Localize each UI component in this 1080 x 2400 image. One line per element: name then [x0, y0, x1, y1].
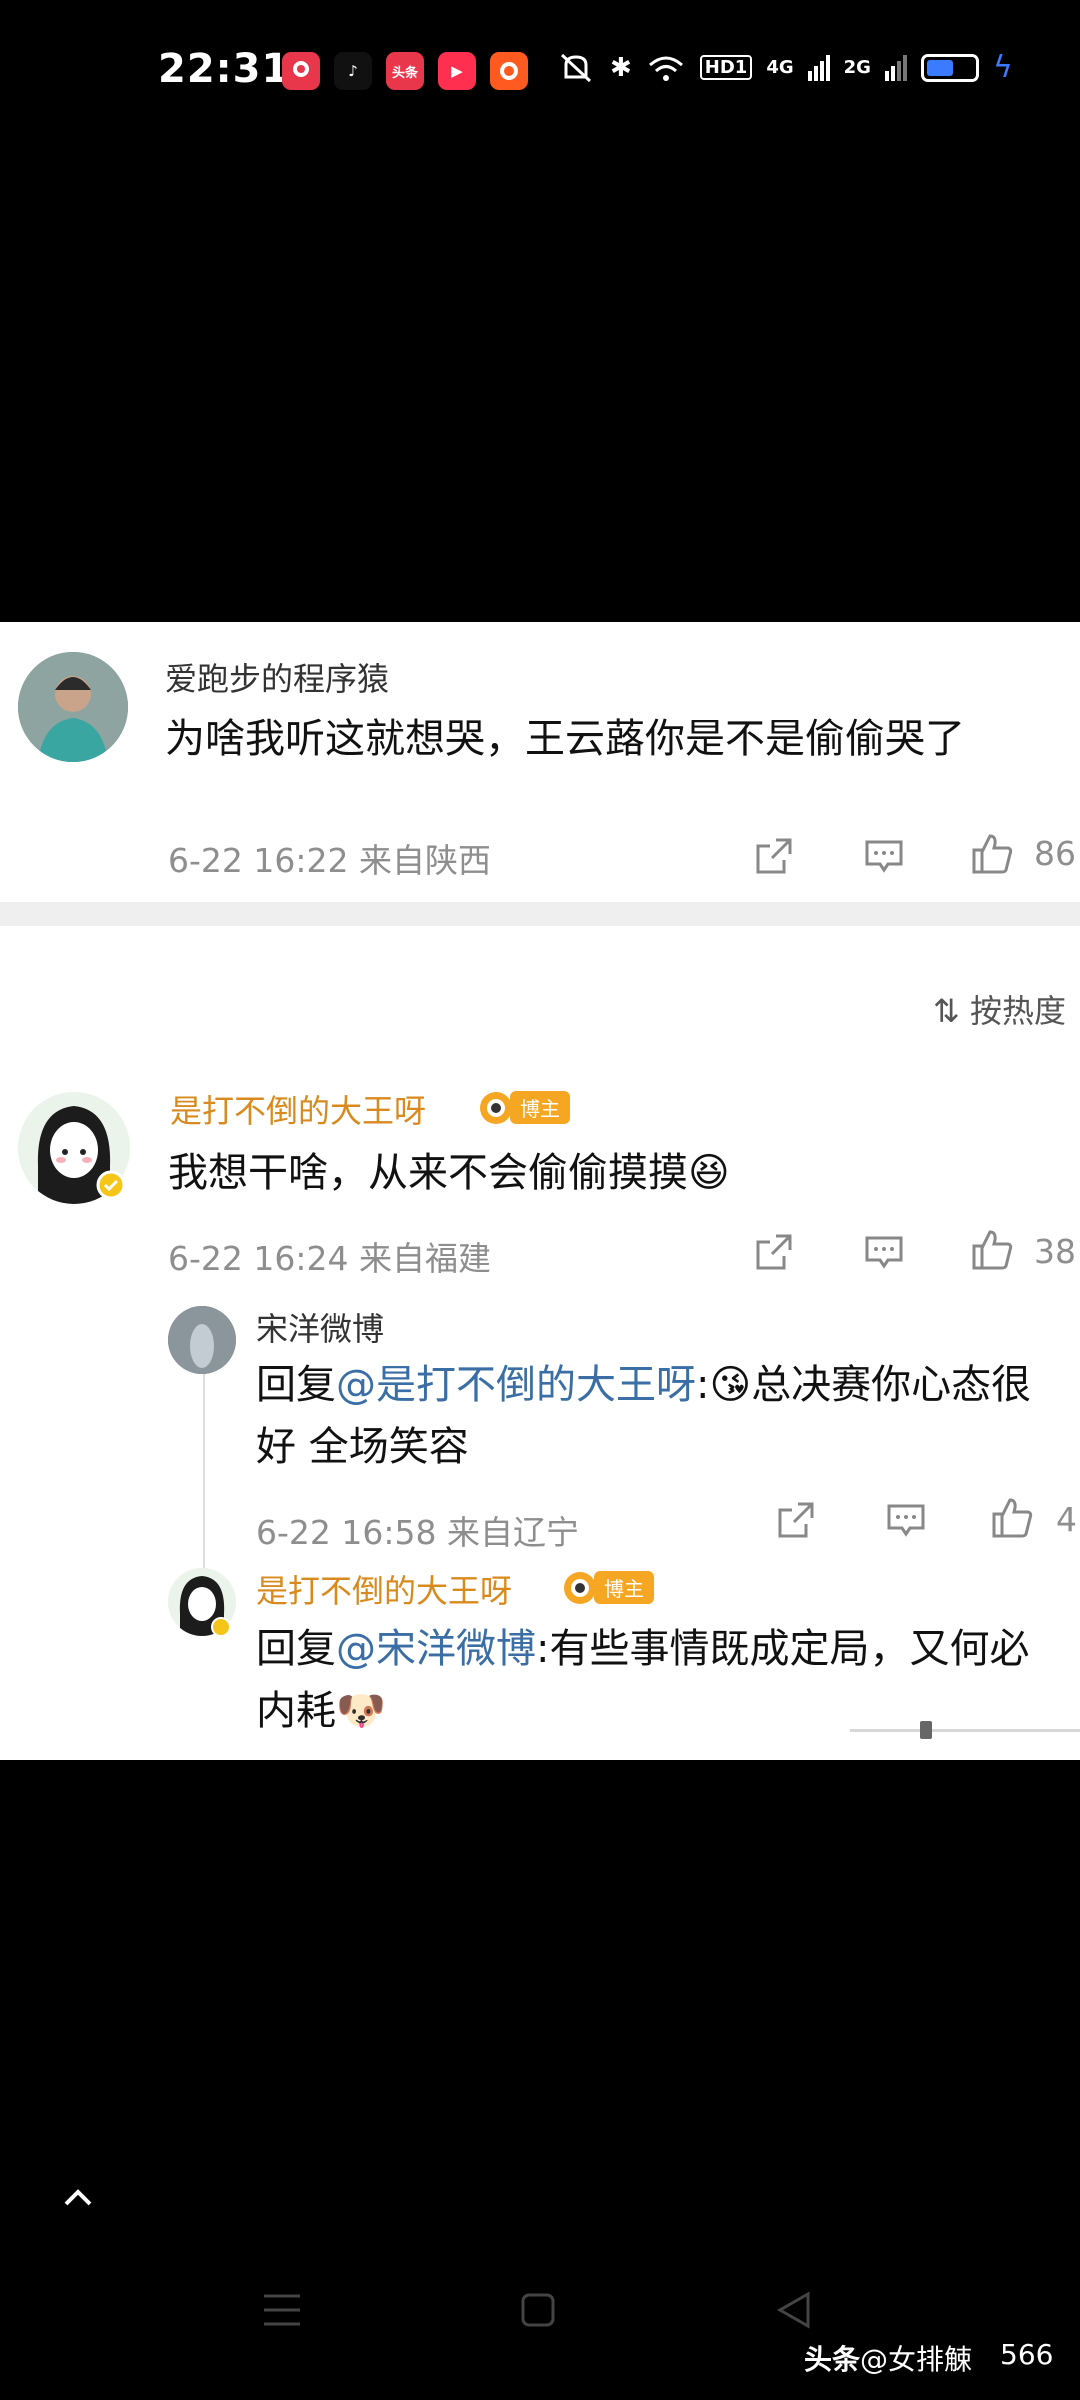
- signal-bars-icon: [807, 54, 830, 81]
- dog-emoji-icon: 🐶: [336, 1688, 386, 1734]
- share-icon[interactable]: [754, 836, 794, 876]
- scroll-to-top-icon[interactable]: [58, 2178, 98, 2218]
- like-count: 38: [1034, 1232, 1076, 1271]
- back-nav-icon[interactable]: [776, 2290, 812, 2330]
- wifi-icon: [648, 56, 683, 81]
- notification-icons: ♪ 头条 ▶: [282, 52, 528, 90]
- watermark-brand: 头条: [804, 2343, 861, 2376]
- mute-icon: [560, 53, 592, 82]
- battery-icon: [920, 53, 979, 82]
- signal-2g: 2G: [843, 57, 871, 78]
- sort-button[interactable]: ⇅ 按热度: [933, 986, 1066, 1032]
- like-icon[interactable]: [990, 1496, 1034, 1540]
- verified-icon: [96, 1170, 126, 1200]
- like-count: 86: [1034, 834, 1076, 873]
- charging-icon: ϟ: [992, 50, 1013, 85]
- blogger-badge-label: 博主: [510, 1090, 570, 1124]
- hd-badge: HD1: [699, 55, 753, 80]
- blogger-badge: 博主: [560, 1568, 654, 1606]
- video-app-icon: ▶: [438, 52, 476, 90]
- laughing-emoji-icon: 😆: [688, 1150, 730, 1196]
- system-icons: ✱ HD1 4G 2G ϟ: [556, 50, 1013, 85]
- comment-meta: 6-22 16:24 来自福建: [168, 1239, 491, 1278]
- like-icon[interactable]: [970, 1228, 1014, 1272]
- signal-bars-2-icon: [884, 54, 907, 81]
- comment-icon[interactable]: [864, 836, 904, 876]
- comment-text: 我想干啥，从来不会偷偷摸摸😆: [168, 1150, 730, 1196]
- like-count: 4: [1056, 1500, 1077, 1539]
- menu-nav-icon[interactable]: [262, 2292, 302, 2328]
- avatar[interactable]: [168, 1306, 236, 1374]
- share-icon[interactable]: [754, 1232, 794, 1272]
- avatar[interactable]: [18, 652, 128, 762]
- toutiao-icon: 头条: [386, 52, 424, 90]
- share-icon[interactable]: [776, 1500, 816, 1540]
- verified-icon: [211, 1617, 231, 1637]
- sort-label: 按热度: [969, 992, 1066, 1030]
- comment-card: 爱跑步的程序猿 为啥我听这就想哭，王云蕗你是不是偷偷哭了 6-22 16:22 …: [0, 622, 1080, 1760]
- reply-username[interactable]: 宋洋微博: [256, 1304, 384, 1350]
- comment-username[interactable]: 爱跑步的程序猿: [165, 654, 389, 700]
- mention-link[interactable]: @是打不倒的大王呀: [336, 1362, 696, 1408]
- blogger-badge: 博主: [476, 1088, 570, 1126]
- home-nav-icon[interactable]: [520, 2292, 556, 2328]
- mention-link[interactable]: @宋洋微博: [336, 1626, 536, 1672]
- comment-username[interactable]: 是打不倒的大王呀: [170, 1086, 426, 1132]
- status-time: 22:31: [158, 46, 291, 92]
- reply-text: 回复@是打不倒的大王呀:😘总决赛你心态很好 全场笑容: [256, 1362, 1032, 1470]
- reply-meta: 6-22 16:58 来自辽宁: [256, 1513, 579, 1552]
- like-icon[interactable]: [970, 832, 1014, 876]
- status-bar: 22:31 ♪ 头条 ▶ ✱ HD1 4G 2G ϟ: [0, 0, 1080, 150]
- bluetooth-icon: ✱: [610, 52, 632, 83]
- sort-icon: ⇅: [933, 992, 960, 1030]
- kiss-emoji-icon: 😘: [709, 1362, 752, 1408]
- watermark: 头条@女排觫: [804, 2338, 972, 2378]
- signal-4g: 4G: [766, 57, 794, 78]
- reply-username[interactable]: 是打不倒的大王呀: [256, 1566, 512, 1612]
- comment-icon[interactable]: [886, 1500, 926, 1540]
- comment-meta: 6-22 16:22 来自陕西: [168, 841, 491, 880]
- tiktok-icon: ♪: [334, 52, 372, 90]
- watermark-handle: @女排觫: [860, 2343, 973, 2376]
- scroll-indicator: [850, 1721, 1080, 1739]
- blogger-badge-label: 博主: [594, 1570, 654, 1604]
- comment-icon[interactable]: [864, 1232, 904, 1272]
- section-divider: [0, 902, 1080, 926]
- comment-text: 为啥我听这就想哭，王云蕗你是不是偷偷哭了: [165, 716, 965, 762]
- app-icon-1: [282, 52, 320, 90]
- taobao-icon: [490, 52, 528, 90]
- watermark-number: 566: [1000, 2338, 1054, 2371]
